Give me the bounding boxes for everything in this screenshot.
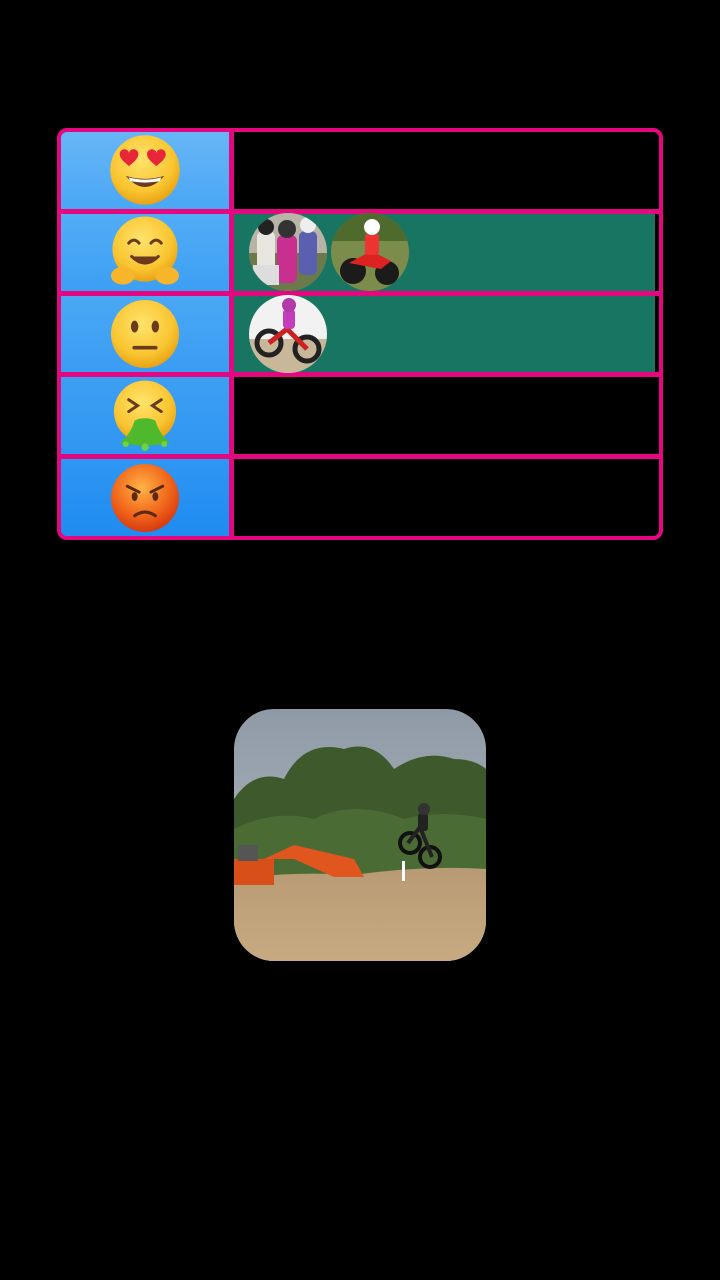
tier-label-dislike <box>61 377 229 455</box>
riders-group-thumbnail[interactable] <box>249 213 327 292</box>
heart-eyes-emoji-icon <box>110 135 180 206</box>
tier-content-hate[interactable] <box>234 459 659 536</box>
tier-label-love <box>61 132 229 209</box>
wheelie-rider-thumbnail[interactable] <box>249 295 327 373</box>
tier-label-neutral <box>61 295 229 373</box>
neutral-face-emoji-icon <box>110 299 180 369</box>
tier-row-love <box>61 132 659 209</box>
red-motocross-rider-thumbnail[interactable] <box>331 213 409 292</box>
hugging-face-emoji-icon <box>110 216 180 285</box>
tier-row-dislike <box>61 377 659 455</box>
motocross-jump-photo[interactable] <box>234 709 486 961</box>
tier-row-like <box>61 213 659 292</box>
tier-content-like[interactable] <box>234 213 659 292</box>
tier-list-screen <box>0 0 720 1280</box>
tier-label-like <box>61 213 229 291</box>
vomiting-face-emoji-icon <box>113 380 177 451</box>
tier-content-love[interactable] <box>234 132 659 209</box>
tier-content-neutral[interactable] <box>234 295 659 373</box>
tier-label-hate <box>61 459 229 536</box>
tier-row-neutral <box>61 295 659 373</box>
tier-content-dislike[interactable] <box>234 377 659 455</box>
tier-board <box>57 128 663 540</box>
tier-row-hate <box>61 459 659 536</box>
angry-face-emoji-icon <box>110 463 180 532</box>
